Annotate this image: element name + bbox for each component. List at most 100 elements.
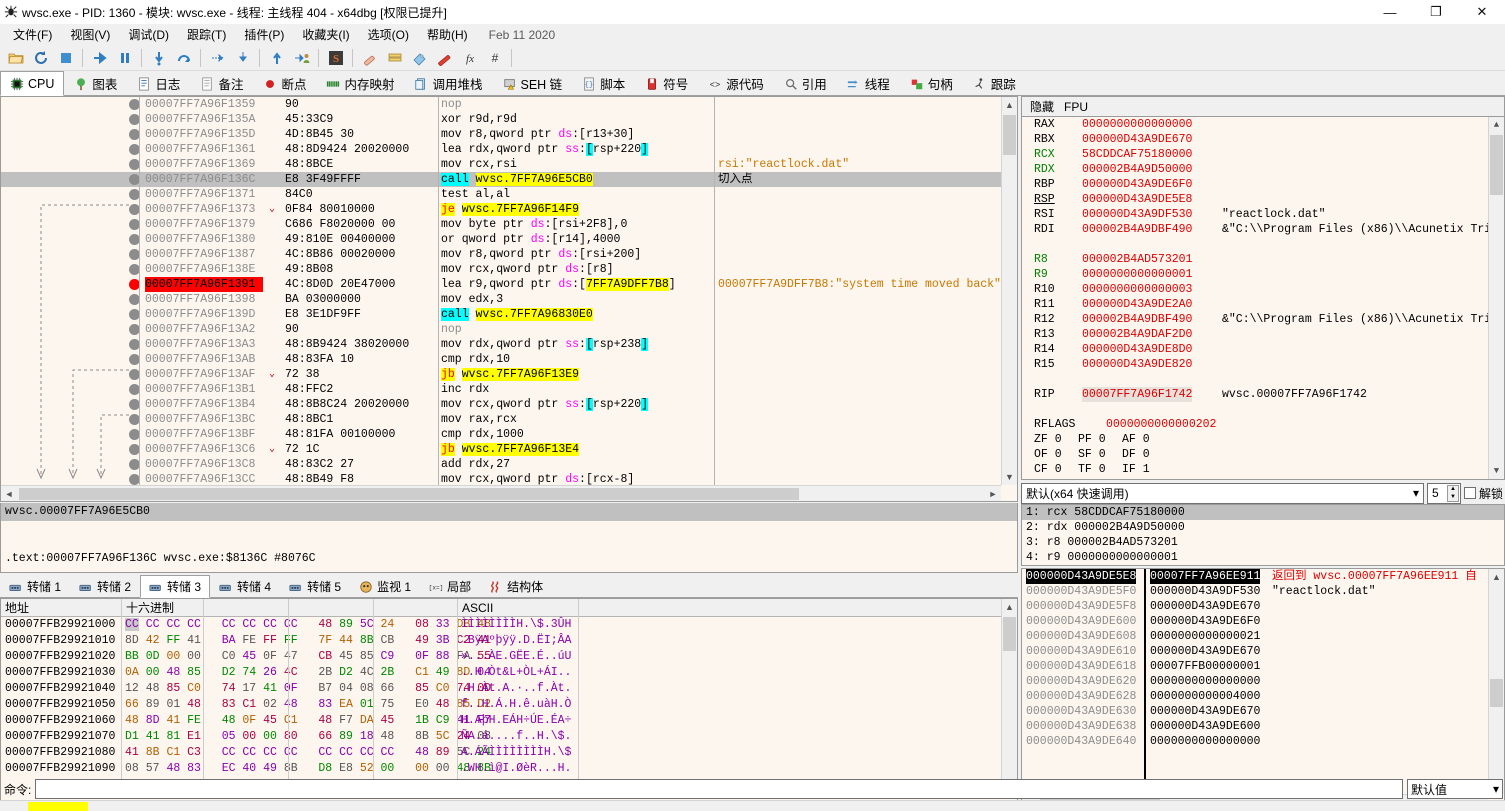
disassembly-row[interactable]: 00007FF7A96F135D 4D:8B45 30 mov r8,qword p…	[1, 127, 1003, 142]
argument-row[interactable]: 4: r9 0000000000000001	[1022, 550, 1504, 565]
tab-script[interactable]: {} 脚本	[572, 71, 636, 95]
dump-vscrollbar[interactable]: ▲ ▼	[1001, 599, 1017, 794]
dump-col-address[interactable]: 地址	[1, 600, 121, 616]
flags-row[interactable]: CF 0 TF 0 IF 1	[1022, 462, 1504, 477]
tab-breakpoints[interactable]: 断点	[253, 71, 317, 95]
stack-value[interactable]: 0000000000000000	[1150, 734, 1260, 749]
menu-file[interactable]: 文件(F)	[4, 24, 61, 45]
disassembly-row[interactable]: 00007FF7A96F1380 49:810E 00400000 or qword…	[1, 232, 1003, 247]
comment-icon[interactable]	[432, 46, 457, 70]
stack-value[interactable]: 0000000000004000	[1150, 689, 1260, 704]
register-row[interactable]: RBX 000000D43A9DE670	[1022, 132, 1504, 147]
register-value[interactable]: 000000D43A9DE8D0	[1082, 342, 1192, 357]
stack-row[interactable]: 000000D43A9DE628 0000000000004000	[1022, 689, 1504, 704]
stack-row[interactable]: 000000D43A9DE610 000000D43A9DE670	[1022, 644, 1504, 659]
patch-icon[interactable]	[357, 46, 382, 70]
scylla-icon[interactable]: S	[323, 46, 348, 70]
restart-icon[interactable]	[28, 46, 53, 70]
disassembly-row[interactable]: 00007FF7A96F13C6 ⌄ 72 1C jb wvsc.7FF7A96F13…	[1, 442, 1003, 457]
menu-view[interactable]: 视图(V)	[61, 24, 119, 45]
dump-tab-监视1[interactable]: 监视 1	[350, 575, 420, 597]
stepper-buttons[interactable]: ▲ ▼	[1446, 484, 1459, 502]
disassembly-row[interactable]: 00007FF7A96F13A3 48:8B9424 38020000 mov rd…	[1, 337, 1003, 352]
rflags-row[interactable]: RFLAGS 0000000000000202	[1022, 417, 1504, 432]
dump-rows[interactable]: 00007FFB29921000 CC CC CC CC CC CC CC CC …	[1, 617, 1017, 777]
dump-row[interactable]: 00007FFB29921020 BB 0D 00 00 C0 45 0F 47 …	[1, 649, 1017, 665]
scroll-up-icon[interactable]: ▲	[1489, 117, 1504, 133]
scroll-right-icon[interactable]: ►	[985, 489, 1001, 499]
stack-value[interactable]: 00007FFB00000001	[1150, 659, 1260, 674]
registers-vscrollbar[interactable]: ▲ ▼	[1488, 117, 1504, 479]
flag-of[interactable]: OF 0	[1034, 447, 1062, 462]
flag-df[interactable]: DF 0	[1122, 447, 1150, 462]
register-value[interactable]: 000002B4A9DBF490	[1082, 222, 1192, 237]
register-row[interactable]: RDI 000002B4A9DBF490 &"C:\\Program Files (…	[1022, 222, 1504, 237]
stack-row[interactable]: 000000D43A9DE608 0000000000000021	[1022, 629, 1504, 644]
register-value[interactable]: 0000000000000003	[1082, 282, 1192, 297]
calling-convention-select[interactable]: 默认(x64 快速调用) ▾	[1021, 482, 1424, 504]
dump-row[interactable]: 00007FFB29921050 66 89 01 48 83 C1 02 48 …	[1, 697, 1017, 713]
disassembly-row[interactable]: 00007FF7A96F1398 BA 03000000 mov edx,3	[1, 292, 1003, 307]
register-value[interactable]: 0000000000000000	[1082, 117, 1192, 132]
disassembly-row[interactable]: 00007FF7A96F13A2 90 nop	[1, 322, 1003, 337]
flag-cf[interactable]: CF 0	[1034, 462, 1062, 477]
stack-value[interactable]: 00007FF7A96EE911	[1150, 569, 1261, 584]
menu-trace[interactable]: 跟踪(T)	[178, 24, 235, 45]
stack-row[interactable]: 000000D43A9DE618 00007FFB00000001	[1022, 659, 1504, 674]
flags-row[interactable]: ZF 0 PF 0 AF 0	[1022, 432, 1504, 447]
stack-row[interactable]: 000000D43A9DE620 0000000000000000	[1022, 674, 1504, 689]
register-value[interactable]: 000000D43A9DE2A0	[1082, 297, 1192, 312]
unlock-checkbox[interactable]	[1463, 487, 1476, 499]
tab-references[interactable]: 引用	[773, 71, 837, 95]
register-row[interactable]: RBP 000000D43A9DE6F0	[1022, 177, 1504, 192]
hide-fpu-label[interactable]: 隐藏	[1030, 98, 1054, 115]
disassembly-row[interactable]: 00007FF7A96F13C8 48:83C2 27 add rdx,27	[1, 457, 1003, 472]
menu-plugins[interactable]: 插件(P)	[235, 24, 293, 45]
disassembly-row[interactable]: 00007FF7A96F13BC 48:8BC1 mov rax,rcx	[1, 412, 1003, 427]
maximize-button[interactable]: ❐	[1413, 0, 1459, 24]
disassembly-row[interactable]: 00007FF7A96F13B4 48:8B8C24 20020000 mov rc…	[1, 397, 1003, 412]
disassembly-row[interactable]: 00007FF7A96F1391 4C:8D0D 20E47000 lea r9,q…	[1, 277, 1003, 292]
menu-options[interactable]: 选项(O)	[359, 24, 418, 45]
tab-seh[interactable]: SEH 链	[492, 71, 573, 95]
stack-value[interactable]: 0000000000000000	[1150, 674, 1260, 689]
dump-row[interactable]: 00007FFB29921010 8D 42 FF 41 BA FE FF FF …	[1, 633, 1017, 649]
minimize-button[interactable]: —	[1367, 0, 1413, 24]
register-value[interactable]: 0000000000000001	[1082, 267, 1192, 282]
stack-row[interactable]: 000000D43A9DE638 000000D43A9DE600	[1022, 719, 1504, 734]
rflags-value[interactable]: 0000000000000202	[1106, 417, 1216, 432]
scroll-up-icon[interactable]: ▲	[1002, 97, 1017, 113]
register-value[interactable]: 00007FF7A96F1742	[1082, 387, 1193, 402]
run-to-user-icon[interactable]	[289, 46, 314, 70]
register-row[interactable]: RSI 000000D43A9DF530 "reactlock.dat"	[1022, 207, 1504, 222]
arg-count-stepper[interactable]: 5 ▲ ▼	[1426, 482, 1461, 504]
stack-panel[interactable]: 000000D43A9DE5E8 00007FF7A96EE911 返回到 wvsc…	[1021, 568, 1505, 811]
dump-row[interactable]: 00007FFB29921030 0A 00 48 85 D2 74 26 4C …	[1, 665, 1017, 681]
tab-cpu[interactable]: CPU	[0, 71, 65, 96]
label-icon[interactable]	[407, 46, 432, 70]
register-row[interactable]: R15 000000D43A9DE820	[1022, 357, 1504, 372]
stack-value[interactable]: 000000D43A9DE670	[1150, 644, 1260, 659]
dump-row[interactable]: 00007FFB29921070 D1 41 81 E1 05 00 00 80 …	[1, 729, 1017, 745]
open-icon[interactable]	[3, 46, 28, 70]
stepper-up-icon[interactable]: ▲	[1448, 486, 1458, 494]
dump-tab-转储3[interactable]: 转储 3	[140, 575, 211, 598]
disassembly-rows[interactable]: 00007FF7A96F1359 90 nop 00007FF7A96F135A 45:…	[1, 97, 1003, 486]
disassembly-vscrollbar[interactable]: ▲ ▼	[1001, 97, 1017, 485]
register-row[interactable]: R10 0000000000000003	[1022, 282, 1504, 297]
trace-into-icon[interactable]	[205, 46, 230, 70]
stack-row[interactable]: 000000D43A9DE5F8 000000D43A9DE670	[1022, 599, 1504, 614]
argument-row[interactable]: 1: rcx 58CDDCAF75180000	[1022, 505, 1504, 520]
disassembly-row[interactable]: 00007FF7A96F1371 84C0 test al,al	[1, 187, 1003, 202]
disassembly-row[interactable]: 00007FF7A96F13AB 48:83FA 10 cmp rdx,10	[1, 352, 1003, 367]
scroll-thumb[interactable]	[1490, 679, 1503, 707]
tab-graph[interactable]: 图表	[64, 71, 128, 95]
dump-tab-结构体[interactable]: 结构体	[480, 575, 552, 597]
stack-row[interactable]: 000000D43A9DE630 000000D43A9DE670	[1022, 704, 1504, 719]
disassembly-row[interactable]: 00007FF7A96F1379 C686 F8020000 00 mov byte…	[1, 217, 1003, 232]
flag-if[interactable]: IF 1	[1122, 462, 1150, 477]
disassembly-row[interactable]: 00007FF7A96F13AF ⌄ 72 38 jb wvsc.7FF7A96F13…	[1, 367, 1003, 382]
register-row[interactable]: R12 000002B4A9DBF490 &"C:\\Program Files (…	[1022, 312, 1504, 327]
disassembly-row[interactable]: 00007FF7A96F13BF 48:81FA 00100000 cmp rdx,…	[1, 427, 1003, 442]
disassembly-row[interactable]: 00007FF7A96F1359 90 nop	[1, 97, 1003, 112]
